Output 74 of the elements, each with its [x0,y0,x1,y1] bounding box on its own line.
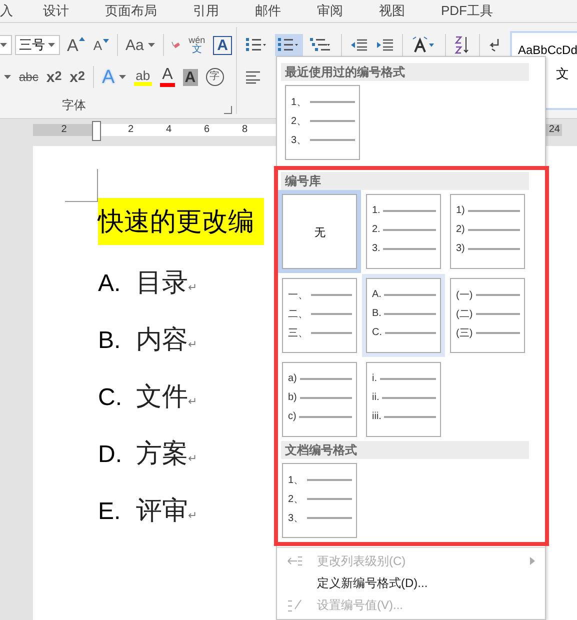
ribbon-tab[interactable]: 视图 [379,2,405,20]
list-item-text: 内容 [136,323,188,356]
list-icon [277,36,301,54]
caret-icon[interactable] [4,75,11,79]
paragraph-mark: ↵ [188,395,197,408]
list-item-text: 文件 [136,380,188,413]
font-color-button[interactable]: A [160,67,175,87]
ribbon-tab[interactable]: 邮件 [255,2,281,20]
enclose-character-button[interactable]: 字 [206,68,224,86]
grow-font-button[interactable]: A [67,36,86,54]
indent-marker[interactable] [92,121,101,141]
style-sample: AaBbCcDd [518,43,577,57]
list-icon [245,36,269,54]
character-shading-button[interactable]: A [182,68,198,86]
paragraph-mark: ↵ [188,452,197,465]
ribbon-tab[interactable]: 引用 [193,2,219,20]
ribbon-tab[interactable]: 设计 [43,2,69,20]
numbering-format-option[interactable]: A. B. C. [362,274,445,357]
ribbon-tab[interactable]: 页面布局 [105,2,157,20]
script-button[interactable]: x$^{2}$ [70,70,85,84]
ribbon-tab[interactable]: 入 [0,2,13,20]
ruler-number: 8 [242,124,249,136]
numbered-pencil-icon [287,597,303,613]
list-marker: A. [98,270,122,298]
indent-icon [376,38,394,52]
ruler-number: 2 [128,124,135,136]
ribbon-tab[interactable]: 审阅 [317,2,343,20]
ribbon-tab[interactable]: PDF工具 [441,2,493,20]
ruler-number: 6 [204,124,211,136]
list-item-text: 方案 [136,437,188,470]
list-marker: D. [98,441,123,469]
change-case-button[interactable]: Aa [126,38,155,52]
highlight-button[interactable]: ab [134,68,152,86]
dialog-launcher-icon[interactable] [224,106,232,114]
style-name: 文 [555,65,570,83]
menu-item[interactable]: 定义新编号格式(D)... [277,572,545,594]
list-marker: C. [98,384,123,412]
list-item-text: 评审 [136,494,188,527]
letter-spacing-icon [410,36,436,54]
ruler-number: 2 [61,124,67,136]
section-header: 文档编号格式 [281,441,529,459]
caret-icon [118,75,126,79]
caret-icon [0,43,7,47]
caret-icon [48,43,55,47]
highlighted-heading: 快速的更改编 [98,198,264,245]
outdent-icon [350,38,368,52]
section-header: 编号库 [281,172,529,190]
list-level-icon [287,556,303,566]
group-label: 字体 [62,97,86,114]
list-marker: B. [98,327,122,355]
list-icon [309,36,333,54]
paragraph-mark: ↵ [188,509,197,522]
text-boundary-mark [65,169,98,202]
align-left-icon[interactable] [245,70,261,84]
paragraph-mark: ↵ [188,281,197,294]
font-name-combo[interactable] [0,35,12,55]
ruler-number: 4 [166,124,173,136]
numbering-button[interactable] [275,34,303,56]
sort-icon [453,35,472,55]
character-border-button[interactable]: A [213,36,232,54]
down-triangle-icon [103,38,110,42]
no-numbering-option[interactable]: 无 [278,190,361,273]
section-header: 最近使用过的编号格式 [281,63,529,81]
ruler-number: 24 [548,124,560,135]
list-item-text: 目录 [136,266,188,299]
strikethrough-button[interactable]: abc [19,71,38,83]
font-size-combo[interactable]: 三号 [15,35,60,55]
up-triangle-icon [79,36,86,40]
caret-icon [148,43,155,47]
shrink-font-button[interactable]: A [93,38,110,52]
list-marker: E. [98,498,122,526]
submenu-arrow-icon [530,557,535,565]
phonetic-guide-button[interactable]: wén 文 [188,36,206,54]
paragraph-mark: ↵ [188,338,197,351]
